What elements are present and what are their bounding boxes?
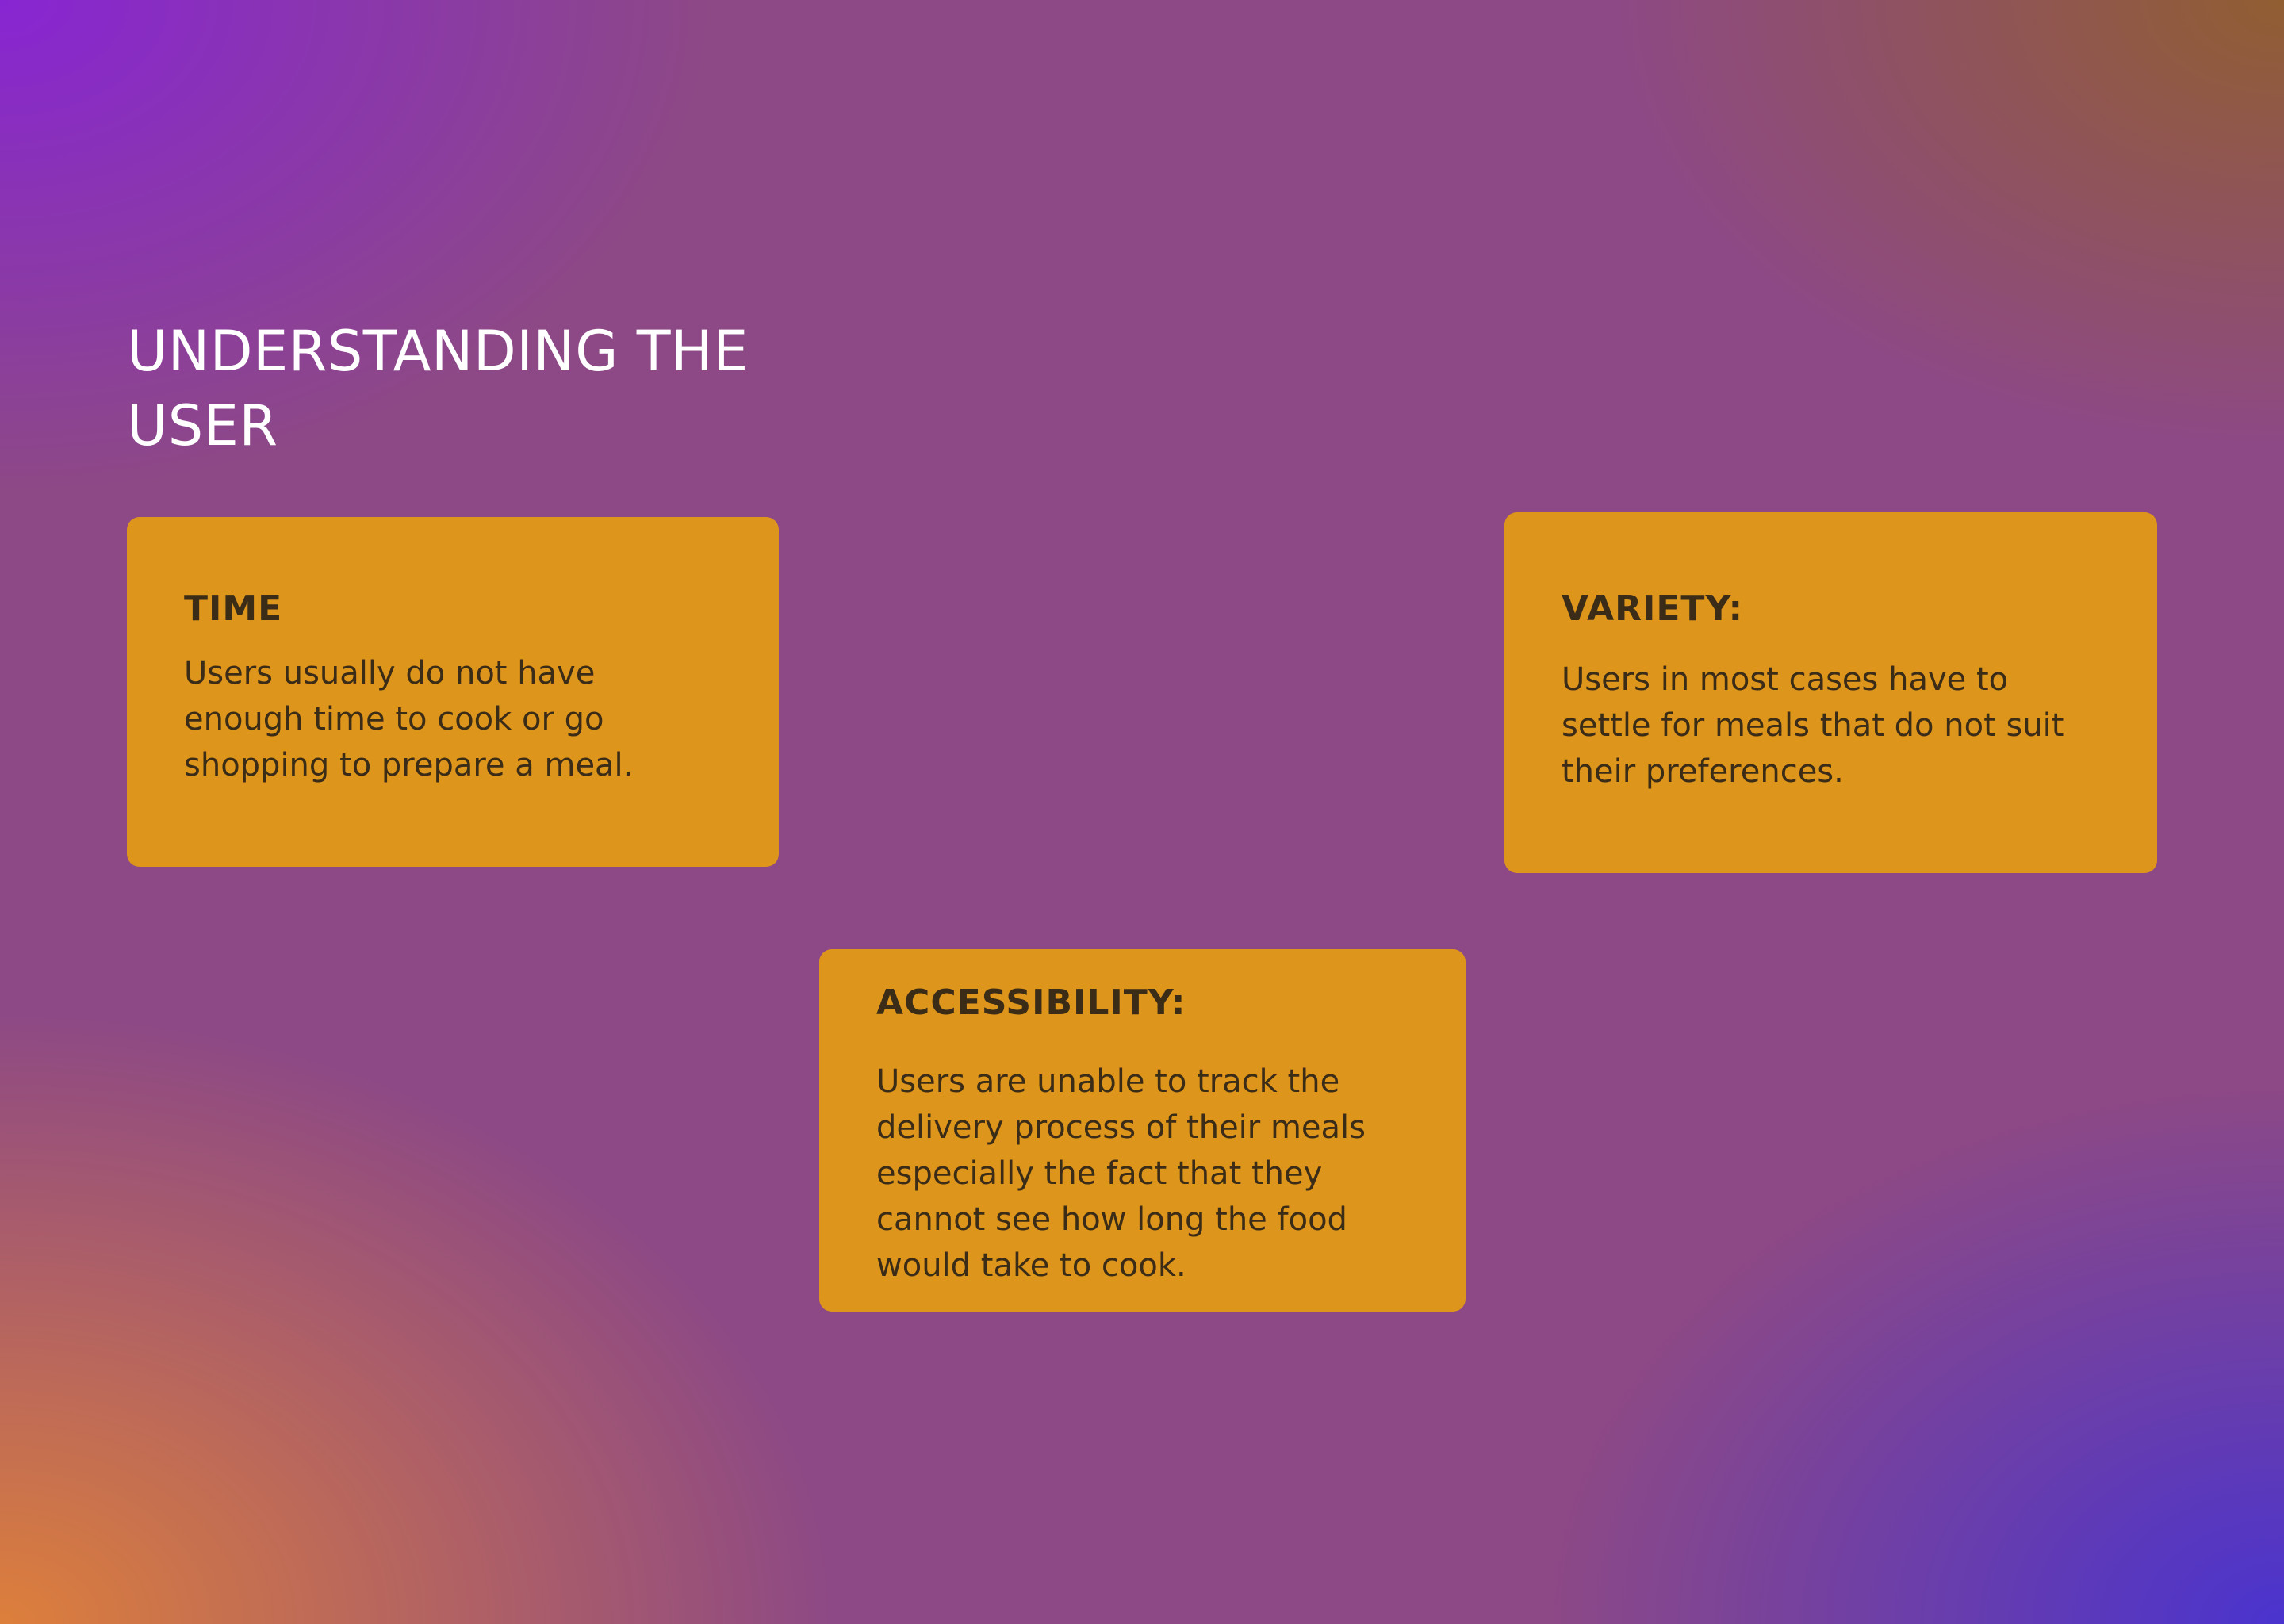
card-body: Users usually do not have enough time to… (184, 655, 634, 783)
card-heading: VARIETY: (1562, 588, 1744, 629)
card-body: Users in most cases have to settle for m… (1562, 661, 2064, 790)
slide-title: UNDERSTANDING THE USER (127, 319, 749, 458)
card-variety: VARIETY: Users in most cases have to set… (1504, 512, 2157, 873)
card-heading: TIME (184, 588, 283, 629)
card-accessibility: ACCESSIBILITY: Users are unable to track… (819, 949, 1466, 1312)
card-body: Users are unable to track the delivery p… (876, 1063, 1366, 1284)
card-time: TIME Users usually do not have enough ti… (127, 517, 779, 867)
card-heading: ACCESSIBILITY: (876, 982, 1186, 1023)
